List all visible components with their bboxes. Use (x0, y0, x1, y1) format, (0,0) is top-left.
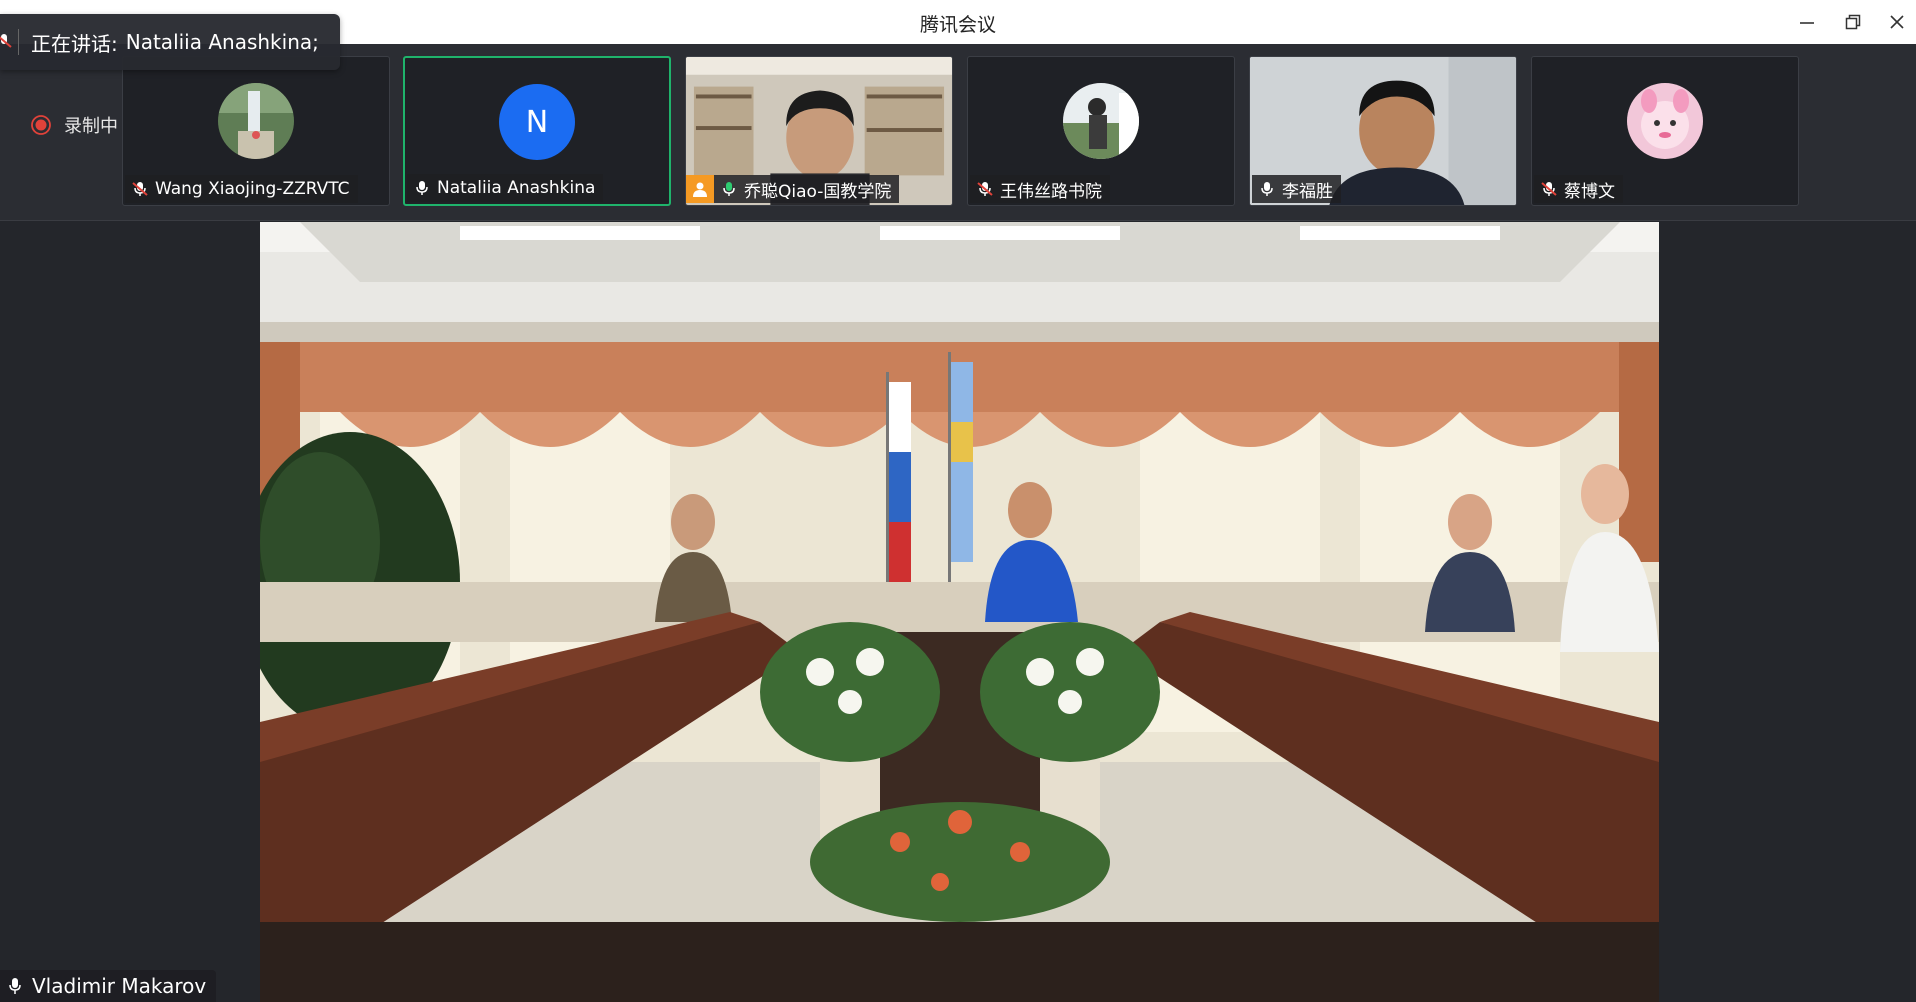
participant-tile[interactable]: 王伟丝路书院 (967, 56, 1235, 206)
close-button[interactable] (1880, 6, 1914, 38)
participant-tile-active[interactable]: N Nataliia Anashkina (403, 56, 671, 206)
participant-tile[interactable]: Wang Xiaojing-ZZRVTC (122, 56, 390, 206)
recording-indicator[interactable]: 录制中 (30, 112, 118, 138)
mic-muted-icon (0, 34, 12, 48)
mic-icon (1261, 182, 1273, 196)
minimize-icon (1800, 22, 1814, 24)
mic-muted-icon (1541, 182, 1557, 196)
participant-tile[interactable]: 蔡博文 (1531, 56, 1799, 206)
participant-name: 乔聪Qiao-国教学院 (744, 181, 892, 202)
participant-name: 李福胜 (1282, 181, 1333, 202)
main-video (260, 222, 1659, 1002)
mic-icon (9, 978, 21, 994)
participant-tile[interactable]: 李福胜 (1249, 56, 1517, 206)
participant-name: Nataliia Anashkina (437, 178, 596, 198)
avatar (218, 83, 294, 159)
participant-label: Nataliia Anashkina (407, 174, 604, 202)
participant-tile[interactable]: 乔聪Qiao-国教学院 (685, 56, 953, 206)
participant-label: 蔡博文 (1534, 175, 1623, 203)
avatar: N (499, 84, 575, 160)
participant-strip: Wang Xiaojing-ZZRVTC N Nataliia Anashkin… (0, 44, 1916, 221)
restore-button[interactable] (1836, 6, 1870, 38)
main-speaker-name: Vladimir Makarov (32, 974, 207, 998)
speaking-label: 正在讲话: (31, 31, 118, 56)
record-icon (31, 115, 51, 135)
participant-name: 蔡博文 (1564, 181, 1615, 202)
participant-name: Wang Xiaojing-ZZRVTC (155, 179, 350, 199)
avatar (1063, 83, 1139, 159)
mic-icon (723, 182, 735, 196)
participant-label: 李福胜 (1252, 175, 1341, 203)
speaking-indicator: 正在讲话: Nataliia Anashkina; (0, 14, 340, 70)
divider (18, 29, 19, 55)
minimize-button[interactable] (1790, 6, 1824, 38)
mic-muted-icon (977, 182, 993, 196)
restore-icon (1845, 14, 1861, 30)
close-icon (1890, 15, 1904, 29)
speaking-name: Nataliia Anashkina; (125, 30, 319, 54)
main-speaker-label: Vladimir Makarov (0, 970, 217, 1002)
participant-label: 乔聪Qiao-国教学院 (686, 175, 900, 203)
participant-label: Wang Xiaojing-ZZRVTC (125, 175, 358, 203)
conference-room-video (260, 222, 1659, 1002)
participant-label: 王伟丝路书院 (970, 175, 1110, 203)
participant-name: 王伟丝路书院 (1000, 181, 1102, 202)
recording-label: 录制中 (64, 116, 118, 137)
mic-icon (416, 181, 428, 195)
avatar (1627, 83, 1703, 159)
person-icon (686, 175, 714, 203)
mic-muted-icon (132, 182, 148, 196)
